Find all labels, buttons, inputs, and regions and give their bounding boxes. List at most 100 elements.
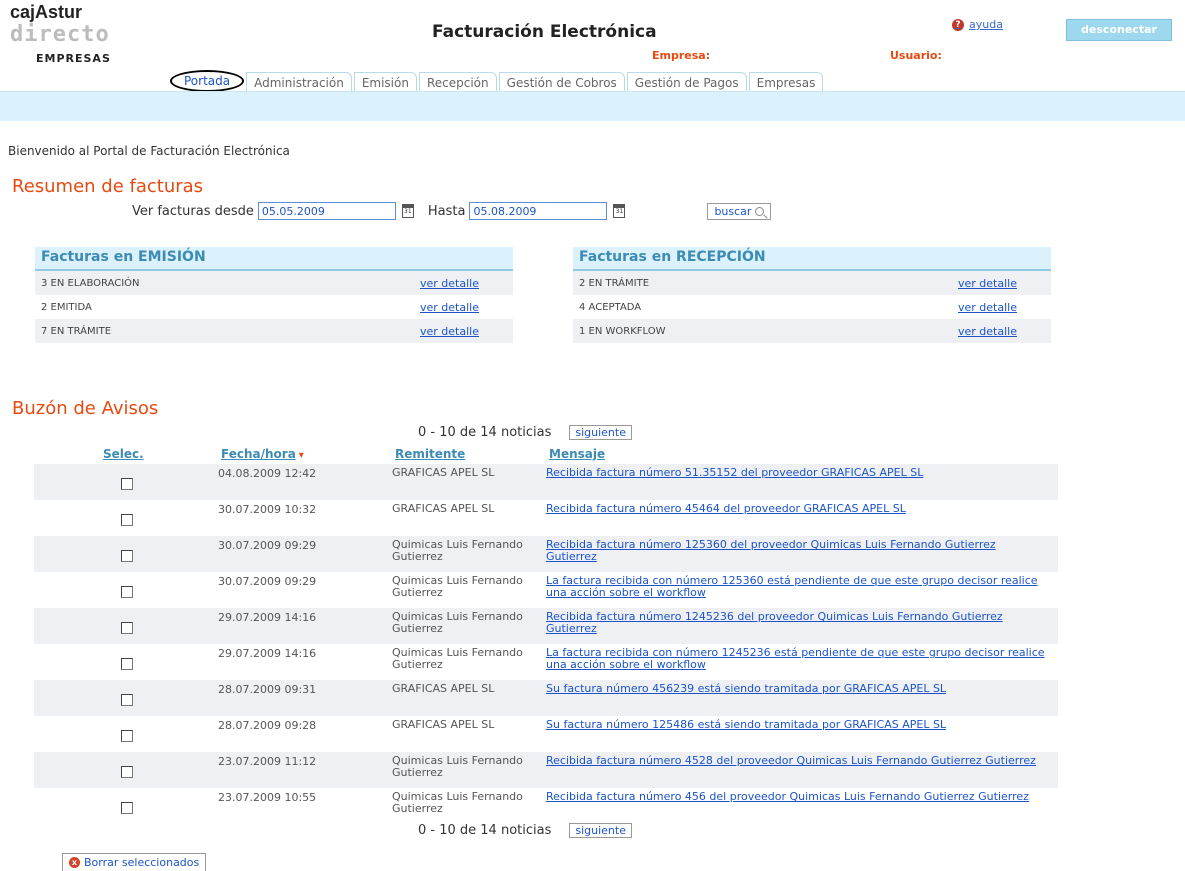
mensaje-link[interactable]: Recibida factura número 45464 del provee…	[546, 500, 1046, 536]
remitente-cell: Quimicas Luis Fernando Gutierrez	[392, 754, 523, 779]
ver-detalle-link[interactable]: ver detalle	[420, 325, 479, 338]
select-cell	[34, 500, 218, 536]
fecha-cell: 23.07.2009 11:12	[218, 755, 317, 768]
mensaje-link[interactable]: Su factura número 125486 está siendo tra…	[546, 716, 1046, 752]
delete-selected-button[interactable]: x Borrar seleccionados	[62, 853, 207, 871]
select-cell	[34, 716, 218, 752]
search-icon	[755, 206, 765, 216]
select-cell	[34, 788, 218, 824]
remitente-cell: Quimicas Luis Fernando Gutierrez	[392, 610, 523, 635]
fecha-cell: 23.07.2009 10:55	[218, 791, 317, 804]
ver-detalle-link[interactable]: ver detalle	[958, 301, 1017, 314]
summary-label: 7 EN TRÁMITE	[41, 325, 112, 337]
summary-row: 2 EMITIDA ver detalle	[35, 295, 513, 319]
help-label: ayuda	[969, 18, 1003, 31]
logo-empresas: EMPRESAS	[36, 52, 111, 65]
next-page-button[interactable]: siguiente	[569, 425, 632, 440]
tab-gestion-pagos[interactable]: Gestión de Pagos	[626, 72, 747, 92]
empresa-label: Empresa:	[652, 49, 711, 62]
resumen-title: Resumen de facturas	[12, 176, 204, 197]
remitente-cell: Quimicas Luis Fernando Gutierrez	[392, 790, 523, 815]
summary-label: 1 EN WORKFLOW	[579, 325, 666, 337]
desde-label: Ver facturas desde	[132, 203, 254, 219]
row-checkbox[interactable]	[121, 658, 133, 670]
summary-row: 4 ACEPTADA ver detalle	[573, 295, 1051, 319]
recepcion-summary: Facturas en RECEPCIÓN 2 EN TRÁMITE ver d…	[573, 247, 1051, 343]
ver-detalle-link[interactable]: ver detalle	[420, 277, 479, 290]
col-header-mensaje[interactable]: Mensaje	[549, 447, 605, 461]
mensaje-link[interactable]: Recibida factura número 1245236 del prov…	[546, 608, 1046, 644]
usuario-label: Usuario:	[890, 49, 942, 62]
col-header-fecha[interactable]: Fecha/hora ▾	[221, 447, 304, 461]
row-checkbox[interactable]	[121, 622, 133, 634]
summary-row: 1 EN WORKFLOW ver detalle	[573, 319, 1051, 343]
ver-detalle-link[interactable]: ver detalle	[958, 325, 1017, 338]
row-checkbox[interactable]	[121, 514, 133, 526]
select-cell	[34, 608, 218, 644]
pager-text: 0 - 10 de 14 noticias	[418, 823, 552, 838]
calendar-icon[interactable]: 31	[401, 204, 414, 218]
mensaje-link[interactable]: La factura recibida con número 125360 es…	[546, 572, 1046, 608]
row-checkbox[interactable]	[121, 586, 133, 598]
row-checkbox[interactable]	[121, 766, 133, 778]
row-checkbox[interactable]	[121, 694, 133, 706]
select-cell	[34, 464, 218, 500]
summary-label: 2 EN TRÁMITE	[579, 277, 650, 289]
mensaje-link[interactable]: Recibida factura número 4528 del proveed…	[546, 752, 1046, 788]
tab-administracion[interactable]: Administración	[246, 72, 352, 92]
hasta-input[interactable]	[469, 202, 608, 220]
remitente-cell: GRAFICAS APEL SL	[392, 502, 495, 515]
row-checkbox[interactable]	[121, 802, 133, 814]
help-link[interactable]: ? ayuda	[952, 18, 1003, 31]
avisos-table: 04.08.2009 12:42 GRAFICAS APEL SL Recibi…	[34, 464, 1058, 824]
next-page-button[interactable]: siguiente	[569, 823, 632, 838]
summary-label: 3 EN ELABORACIÓN	[41, 277, 140, 289]
remitente-cell: GRAFICAS APEL SL	[392, 718, 495, 731]
mensaje-link[interactable]: Recibida factura número 125360 del prove…	[546, 536, 1046, 572]
summary-label: 2 EMITIDA	[41, 301, 92, 313]
row-checkbox[interactable]	[121, 730, 133, 742]
delete-icon: x	[69, 857, 80, 868]
table-row: 30.07.2009 10:32 GRAFICAS APEL SL Recibi…	[34, 500, 1058, 536]
subnav-bar	[0, 91, 1185, 121]
remitente-cell: GRAFICAS APEL SL	[392, 682, 495, 695]
tab-portada[interactable]: Portada	[170, 70, 245, 92]
desde-input[interactable]	[257, 202, 396, 220]
select-cell	[34, 680, 218, 716]
col-header-remitente[interactable]: Remitente	[395, 447, 465, 461]
help-icon: ?	[952, 18, 964, 31]
mensaje-link[interactable]: Su factura número 456239 está siendo tra…	[546, 680, 1046, 716]
fecha-cell: 30.07.2009 10:32	[218, 503, 317, 516]
mensaje-link[interactable]: Recibida factura número 51.35152 del pro…	[546, 464, 1046, 500]
hasta-label: Hasta	[427, 203, 466, 219]
tab-empresas[interactable]: Empresas	[748, 72, 824, 92]
tab-recepcion[interactable]: Recepción	[418, 72, 497, 92]
table-row: 29.07.2009 14:16 Quimicas Luis Fernando …	[34, 608, 1058, 644]
remitente-cell: GRAFICAS APEL SL	[392, 466, 495, 479]
tab-emision[interactable]: Emisión	[353, 72, 417, 92]
pager-bottom: 0 - 10 de 14 noticias siguiente	[418, 823, 632, 838]
logo-directo: directo	[10, 22, 110, 47]
table-row: 30.07.2009 09:29 Quimicas Luis Fernando …	[34, 572, 1058, 608]
table-row: 28.07.2009 09:28 GRAFICAS APEL SL Su fac…	[34, 716, 1058, 752]
emision-title: Facturas en EMISIÓN	[35, 247, 513, 271]
col-header-selec[interactable]: Selec.	[103, 447, 144, 461]
table-row: 23.07.2009 10:55 Quimicas Luis Fernando …	[34, 788, 1058, 824]
ver-detalle-link[interactable]: ver detalle	[958, 277, 1017, 290]
logout-button[interactable]: desconectar	[1066, 19, 1172, 41]
row-checkbox[interactable]	[121, 478, 133, 490]
table-row: 28.07.2009 09:31 GRAFICAS APEL SL Su fac…	[34, 680, 1058, 716]
tab-gestion-cobros[interactable]: Gestión de Cobros	[498, 72, 625, 92]
mensaje-link[interactable]: La factura recibida con número 1245236 e…	[546, 644, 1046, 680]
search-button[interactable]: buscar	[707, 202, 772, 220]
mensaje-link[interactable]: Recibida factura número 456 del proveedo…	[546, 788, 1046, 824]
summary-row: 2 EN TRÁMITE ver detalle	[573, 271, 1051, 295]
calendar-icon[interactable]: 31	[613, 204, 626, 218]
fecha-cell: 28.07.2009 09:28	[218, 719, 317, 732]
sort-desc-icon: ▾	[298, 450, 304, 461]
ver-detalle-link[interactable]: ver detalle	[420, 301, 479, 314]
row-checkbox[interactable]	[121, 550, 133, 562]
summary-label: 4 ACEPTADA	[579, 301, 642, 313]
fecha-cell: 29.07.2009 14:16	[218, 611, 317, 624]
remitente-cell: Quimicas Luis Fernando Gutierrez	[392, 646, 523, 671]
